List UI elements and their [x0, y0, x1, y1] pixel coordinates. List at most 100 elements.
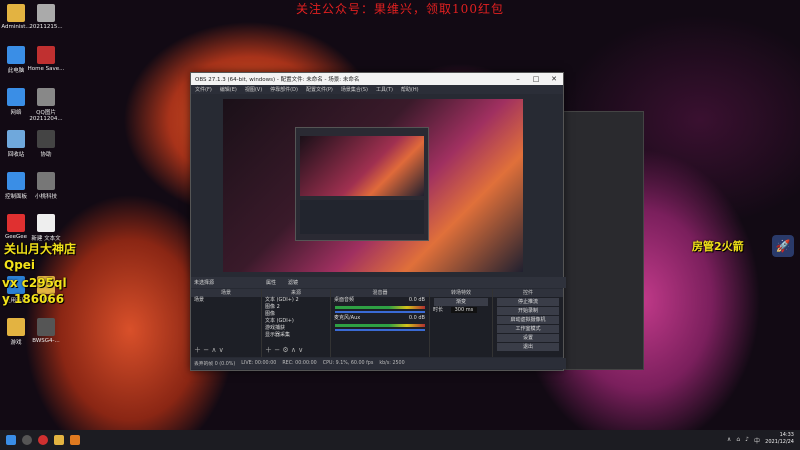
- clock-time: 14:33: [779, 432, 794, 438]
- desktop-icon-label: 协助: [40, 152, 52, 158]
- nested-preview: [295, 127, 429, 241]
- folder-icon[interactable]: [54, 435, 64, 445]
- transition-duration[interactable]: 时长 300 ms: [430, 307, 492, 314]
- desktop-icon-label: 小桃科技: [34, 194, 57, 200]
- control-button[interactable]: 开始录制: [497, 307, 559, 315]
- app-icon[interactable]: [70, 435, 80, 445]
- obs-window[interactable]: OBS 27.1.3 (64-bit, windows) - 配置文件: 未命名…: [190, 72, 566, 371]
- menu-item[interactable]: 帮助(H): [401, 86, 419, 93]
- ime-icon[interactable]: 中: [754, 436, 760, 445]
- properties-button[interactable]: 属性: [266, 279, 276, 286]
- mixer-channel-header: 桌面音频 0.0 dB: [331, 297, 429, 304]
- source-tools[interactable]: ＋ − ⚙ ∧ ∨: [265, 345, 303, 355]
- source-item[interactable]: 游戏捕获: [262, 325, 330, 332]
- scene-item[interactable]: 场景: [191, 297, 261, 304]
- control-button[interactable]: 退出: [497, 343, 559, 351]
- clock-date: 2021/12/24: [765, 439, 794, 445]
- menu-item[interactable]: 文件(F): [195, 86, 212, 93]
- network-icon[interactable]: ⌂: [736, 436, 740, 445]
- system-tray[interactable]: ∧ ⌂ ♪ 中: [727, 436, 760, 445]
- source-item[interactable]: 文本 (GDI+) 2: [262, 297, 330, 304]
- mixer-list: 桌面音频 0.0 dB 麦克风/Aux 0.0 dB: [331, 297, 429, 331]
- transitions-panel: 转场特效 渐变 时长 300 ms: [430, 289, 493, 357]
- control-button[interactable]: 设置: [497, 334, 559, 342]
- menu-item[interactable]: 场景集合(S): [341, 86, 368, 93]
- sources-list: 文本 (GDI+) 2 图像 2 图像 文本 (GDI+) 游戏捕获 显示器采集: [262, 297, 330, 339]
- overlay-id: y 186066: [2, 292, 65, 306]
- overlay-wechat: vx c295ql: [2, 276, 67, 290]
- browser-icon[interactable]: [38, 435, 48, 445]
- filters-button[interactable]: 滤镜: [288, 279, 298, 286]
- obs-dock: 场景 场景 ＋ − ∧ ∨ 来源 文本 (GDI+) 2 图像 2 图像 文本 (GD…: [191, 289, 563, 357]
- transition-select[interactable]: 渐变: [434, 298, 488, 306]
- desktop-icon[interactable]: QQ图片20211204...: [26, 88, 66, 122]
- source-item[interactable]: 显示器采集: [262, 332, 330, 339]
- maximize-icon[interactable]: □: [527, 75, 545, 83]
- desktop-icon-label: Home Save...: [27, 66, 65, 72]
- obs-preview[interactable]: [223, 99, 523, 272]
- nested-preview-dock: [300, 200, 424, 234]
- bitrate: kb/s: 2500: [379, 361, 405, 366]
- duration-label: 时长: [433, 307, 444, 313]
- desktop-icon[interactable]: BWSG4-...: [26, 318, 66, 344]
- sources-title: 来源: [262, 289, 330, 297]
- search-icon[interactable]: [22, 435, 32, 445]
- scene-tools[interactable]: ＋ − ∧ ∨: [194, 345, 224, 355]
- start-icon[interactable]: [6, 435, 16, 445]
- source-item[interactable]: 图像 2: [262, 304, 330, 311]
- volume-meter: [335, 306, 425, 309]
- mixer-channel: 麦克风/Aux 0.0 dB: [331, 315, 429, 331]
- source-toolbar: 未选择源 属性 滤镜: [191, 277, 566, 288]
- desktop-icon[interactable]: Home Save...: [26, 46, 66, 72]
- menu-item[interactable]: 停靠部件(D): [270, 86, 298, 93]
- menu-item[interactable]: 工具(T): [376, 86, 393, 93]
- desktop-icon-image: [37, 214, 55, 232]
- rocket-icon: 🚀: [772, 235, 794, 257]
- desktop-icon[interactable]: 小桃科技: [26, 172, 66, 200]
- duration-value[interactable]: 300 ms: [450, 307, 478, 313]
- desktop-icon-image: [7, 130, 25, 148]
- clock[interactable]: 14:33 2021/12/24: [765, 432, 794, 446]
- scenes-title: 场景: [191, 289, 261, 297]
- control-button[interactable]: 工作室模式: [497, 325, 559, 333]
- obs-statusbar: 丢弃的帧 0 (0.0%) LIVE: 00:00:00 REC: 00:00:…: [191, 358, 566, 369]
- controls-list: 停止推流 开始录制 启动虚拟摄像机 工作室模式 设置 退出: [493, 298, 563, 351]
- chevron-up-icon[interactable]: ∧: [727, 436, 731, 445]
- menu-item[interactable]: 编辑(E): [220, 86, 237, 93]
- desktop-icon-image: [7, 318, 25, 336]
- desktop-icon-image: [7, 4, 25, 22]
- desktop-icon[interactable]: 新建 文本文: [26, 214, 66, 242]
- taskbar: ∧ ⌂ ♪ 中 14:33 2021/12/24: [0, 430, 800, 450]
- volume-meter: [335, 324, 425, 327]
- desktop-icon-image: [37, 172, 55, 190]
- menu-item[interactable]: 视图(V): [245, 86, 262, 93]
- source-item[interactable]: 图像: [262, 311, 330, 318]
- transitions-title: 转场特效: [430, 289, 492, 297]
- close-icon[interactable]: ✕: [545, 75, 563, 83]
- desktop-icon[interactable]: 协助: [26, 130, 66, 158]
- overlay-shop-name: 关山月大神店: [4, 242, 77, 256]
- background-window[interactable]: [560, 111, 644, 370]
- minimize-icon[interactable]: –: [509, 75, 527, 83]
- control-button[interactable]: 停止推流: [497, 298, 559, 306]
- top-banner: 关注公众号：果维兴，领取100红包: [296, 2, 504, 16]
- volume-icon[interactable]: ♪: [745, 436, 749, 445]
- desktop-icon-label: BWSG4-...: [32, 338, 60, 344]
- mixer-channel-name: 麦克风/Aux: [334, 315, 361, 321]
- volume-slider[interactable]: [335, 311, 425, 313]
- desktop-icon-image: [37, 88, 55, 106]
- mixer-title: 混音器: [331, 289, 429, 297]
- obs-titlebar[interactable]: OBS 27.1.3 (64-bit, windows) - 配置文件: 未命名…: [191, 73, 563, 85]
- desktop-icon-label: QQ图片20211204...: [29, 110, 63, 122]
- nested-preview-image: [300, 136, 424, 196]
- source-item[interactable]: 文本 (GDI+): [262, 318, 330, 325]
- dropped-frames: 丢弃的帧 0 (0.0%): [194, 362, 236, 367]
- desktop-icon-image: [7, 172, 25, 190]
- desktop-icon-image: [37, 46, 55, 64]
- overlay-line2: Qpei: [4, 258, 36, 272]
- live-time: LIVE: 00:00:00: [241, 361, 277, 366]
- volume-slider[interactable]: [335, 329, 425, 331]
- desktop-icon[interactable]: 20211215...: [26, 4, 66, 30]
- control-button[interactable]: 启动虚拟摄像机: [497, 316, 559, 324]
- menu-item[interactable]: 配置文件(P): [306, 86, 333, 93]
